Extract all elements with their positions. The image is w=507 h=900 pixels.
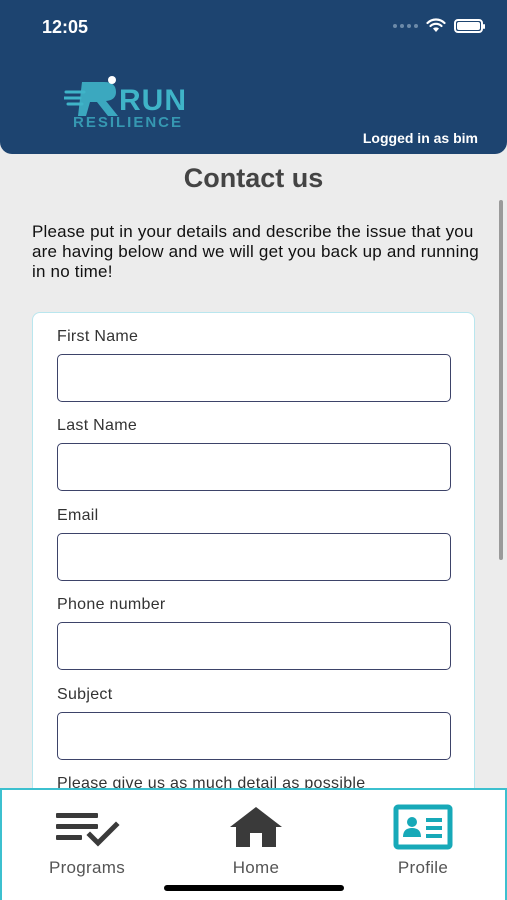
subject-input[interactable]	[57, 712, 451, 760]
first-name-input[interactable]	[57, 354, 451, 402]
tab-home[interactable]: Home	[196, 804, 316, 878]
scrollbar[interactable]	[499, 200, 503, 560]
tab-programs-label: Programs	[48, 858, 126, 877]
email-label: Email	[57, 507, 99, 524]
run-resilience-logo: RUN RESILIENCE	[64, 72, 214, 134]
page-title: Contact us	[183, 163, 324, 193]
tab-home-label: Home	[232, 858, 280, 877]
logo-wordmark: RUN	[119, 84, 187, 117]
intro-text: Please put in your details and describe …	[32, 222, 479, 281]
logged-in-label: Logged in as bim	[362, 130, 478, 146]
bottom-tab-bar: Programs Home Profile	[0, 788, 507, 900]
cellular-signal-icon	[393, 23, 418, 28]
home-indicator[interactable]	[164, 885, 344, 891]
last-name-input[interactable]	[57, 443, 451, 491]
battery-icon	[454, 18, 485, 33]
phone-number-label: Phone number	[57, 596, 166, 613]
home-icon	[230, 807, 282, 847]
id-card-icon	[393, 804, 453, 850]
first-name-label: First Name	[57, 328, 139, 345]
app-header: 12:05 RUN RESILIENCE Logged in as bim	[0, 0, 507, 154]
tab-profile[interactable]: Profile	[363, 804, 483, 878]
status-time: 12:05	[42, 17, 89, 37]
last-name-label: Last Name	[57, 417, 138, 434]
wifi-icon	[426, 18, 446, 32]
email-input[interactable]	[57, 533, 451, 581]
status-icons	[393, 18, 485, 33]
contact-form: First Name Last Name Email Phone number …	[32, 312, 475, 802]
phone-number-input[interactable]	[57, 622, 451, 670]
tab-profile-label: Profile	[397, 858, 449, 877]
logo-subtitle: RESILIENCE	[73, 114, 184, 131]
checklist-icon	[56, 813, 120, 847]
tab-programs[interactable]: Programs	[27, 804, 147, 878]
subject-label: Subject	[57, 686, 113, 703]
